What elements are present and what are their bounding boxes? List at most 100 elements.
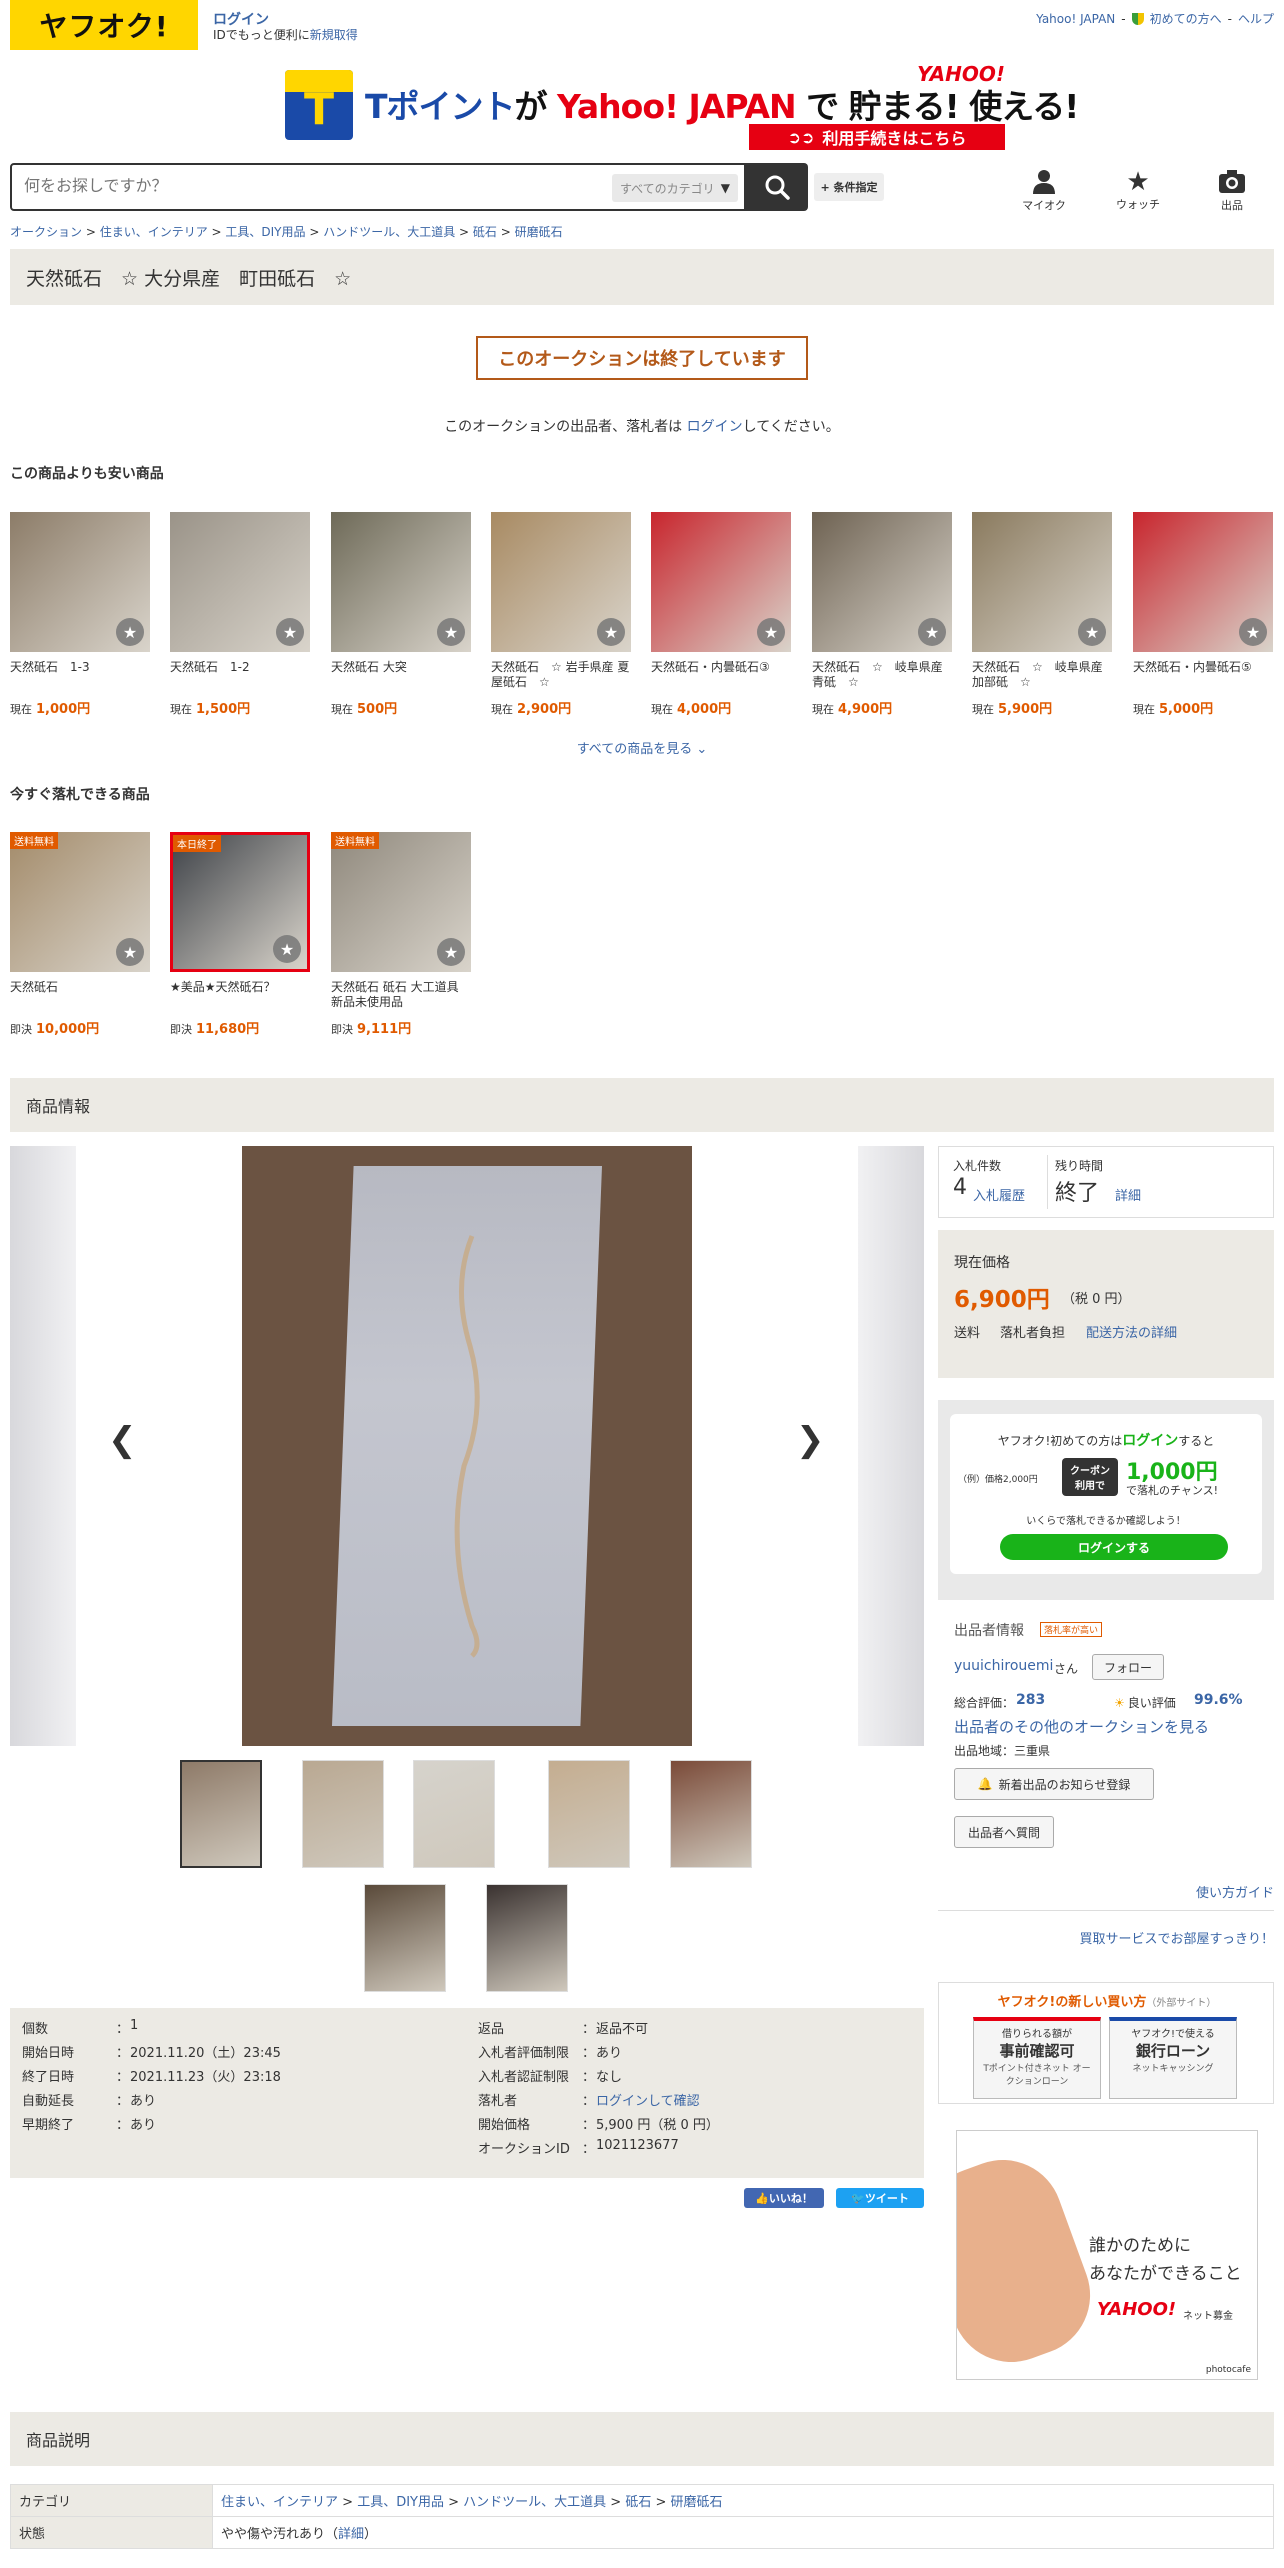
detail-key[interactable]: 自動延長 <box>22 2090 116 2114</box>
product-name[interactable]: 天然砥石 ☆ 岐阜県産 加部砥 ☆ <box>972 660 1112 692</box>
product-card[interactable]: ★ 天然砥石・内曇砥石⑤ 現在 5,000円 <box>1133 512 1273 717</box>
product-card[interactable]: 送料無料 ★ 天然砥石 砥石 大工道具 新品未使用品 即決 9,111円 <box>331 832 471 1037</box>
product-image[interactable]: ★ <box>170 512 310 652</box>
product-image[interactable]: 本日終了 ★ <box>170 832 310 972</box>
kaitori-link[interactable]: 買取サービスでお部屋すっきり！ <box>1080 1928 1274 1947</box>
product-image[interactable]: ★ <box>972 512 1112 652</box>
product-card[interactable]: ★ 天然砥石 大突 現在 500円 <box>331 512 471 717</box>
see-all-link[interactable]: すべての商品を見る ⌄ <box>0 738 1284 757</box>
product-name[interactable]: 天然砥石 砥石 大工道具 新品未使用品 <box>331 980 471 1012</box>
product-card[interactable]: ★ 天然砥石 1-3 現在 1,000円 <box>10 512 150 717</box>
condition-button[interactable]: + 条件指定 <box>814 173 884 201</box>
product-card[interactable]: ★ 天然砥石 ☆ 岐阜県産 青砥 ☆ 現在 4,900円 <box>812 512 952 717</box>
breadcrumb-link[interactable]: ハンドツール、大工道具 <box>323 225 455 239</box>
state-detail-link[interactable]: 詳細 <box>338 2527 364 2542</box>
register-link[interactable]: 新規取得 <box>310 28 358 42</box>
gallery-thumbnail[interactable] <box>302 1760 384 1868</box>
product-name[interactable]: 天然砥石 ☆ 岐阜県産 青砥 ☆ <box>812 660 952 692</box>
time-detail-link[interactable]: 詳細 <box>1115 1185 1141 1204</box>
gallery-thumbnail[interactable] <box>413 1760 495 1868</box>
product-name[interactable]: 天然砥石 大突 <box>331 660 471 692</box>
category-link[interactable]: ハンドツール、大工道具 <box>463 2495 606 2510</box>
promo-login-button[interactable]: ログインする <box>1000 1534 1228 1560</box>
product-name[interactable]: 天然砥石・内曇砥石⑤ <box>1133 660 1273 692</box>
seller-other-auctions-link[interactable]: 出品者のその他のオークションを見る <box>954 1716 1209 1737</box>
rating-link[interactable]: 283 <box>1016 1692 1045 1708</box>
watch-star-icon[interactable]: ★ <box>437 618 465 646</box>
watch-star-icon[interactable]: ★ <box>276 618 304 646</box>
category-select[interactable]: すべてのカテゴリ ▼ <box>612 174 738 202</box>
facebook-like-button[interactable]: 👍 いいね！ <box>744 2188 824 2208</box>
product-image[interactable]: ★ <box>812 512 952 652</box>
loan-card[interactable]: 借りられる額が 事前確認可 Tポイント付きネット オークションローン <box>973 2017 1101 2099</box>
gallery-thumbnail[interactable] <box>364 1884 446 1992</box>
product-card[interactable]: 本日終了 ★ ★美品★天然砥石？ 即決 11,680円 <box>170 832 310 1037</box>
guide-link[interactable]: 使い方ガイド <box>1196 1882 1274 1901</box>
product-image[interactable]: ★ <box>651 512 791 652</box>
notify-button[interactable]: 🔔 新着出品のお知らせ登録 <box>954 1768 1154 1800</box>
watch-star-icon[interactable]: ★ <box>1078 618 1106 646</box>
question-button[interactable]: 出品者へ質問 <box>954 1816 1054 1848</box>
product-name[interactable]: 天然砥石 <box>10 980 150 1012</box>
product-card[interactable]: ★ 天然砥石 1-2 現在 1,500円 <box>170 512 310 717</box>
detail-key[interactable]: 早期終了 <box>22 2114 116 2138</box>
product-name[interactable]: 天然砥石・内曇砥石③ <box>651 660 791 692</box>
watch-star-icon[interactable]: ★ <box>116 618 144 646</box>
banner-procedure-button[interactable]: ➲➲ 利用手続きはこちら <box>749 124 1005 150</box>
yahuoku-logo[interactable]: ヤフオク! <box>10 0 198 50</box>
gallery-prev-arrow-icon[interactable]: ❮ <box>108 1420 137 1460</box>
bid-history-link[interactable]: 入札履歴 <box>973 1185 1025 1204</box>
top-link-help[interactable]: ヘルプ <box>1238 10 1274 27</box>
product-name[interactable]: 天然砥石 ☆ 岩手県産 夏屋砥石 ☆ <box>491 660 631 692</box>
product-image[interactable]: ★ <box>10 512 150 652</box>
login-note-link[interactable]: ログイン <box>687 419 743 435</box>
watch-button[interactable]: ★ ウォッチ <box>1108 168 1168 212</box>
follow-button[interactable]: フォロー <box>1092 1654 1164 1680</box>
product-name[interactable]: 天然砥石 1-2 <box>170 660 310 692</box>
product-card[interactable]: ★ 天然砥石 ☆ 岐阜県産 加部砥 ☆ 現在 5,900円 <box>972 512 1112 717</box>
breadcrumb-link[interactable]: 研磨砥石 <box>515 225 563 239</box>
breadcrumb-link[interactable]: オークション <box>10 225 82 239</box>
main-product-image[interactable] <box>242 1146 692 1746</box>
watch-star-icon[interactable]: ★ <box>1239 618 1267 646</box>
donation-ad[interactable]: 誰かのために あなたができること YAHOO! ネット募金 photocafe <box>956 2130 1258 2380</box>
search-input[interactable] <box>24 176 604 195</box>
product-card[interactable]: ★ 天然砥石 ☆ 岩手県産 夏屋砥石 ☆ 現在 2,900円 <box>491 512 631 717</box>
top-link-beginner[interactable]: 初めての方へ <box>1150 10 1222 27</box>
product-image[interactable]: ★ <box>1133 512 1273 652</box>
promo-login-link[interactable]: ログイン <box>1122 1433 1178 1449</box>
gallery-thumbnail[interactable] <box>548 1760 630 1868</box>
sell-button[interactable]: 出品 <box>1202 168 1262 213</box>
category-link[interactable]: 砥石 <box>625 2495 651 2510</box>
top-link-yahoo[interactable]: Yahoo! JAPAN <box>1036 12 1115 26</box>
gallery-thumbnail[interactable] <box>180 1760 262 1868</box>
gallery-next-arrow-icon[interactable]: ❯ <box>796 1420 825 1460</box>
gallery-thumbnail[interactable] <box>670 1760 752 1868</box>
detail-key[interactable]: 入札者評価制限 <box>478 2042 582 2066</box>
product-name[interactable]: ★美品★天然砥石？ <box>170 980 310 1012</box>
watch-star-icon[interactable]: ★ <box>597 618 625 646</box>
product-image[interactable]: ★ <box>491 512 631 652</box>
product-image[interactable]: 送料無料 ★ <box>331 832 471 972</box>
category-link[interactable]: 工具、DIY用品 <box>357 2495 444 2510</box>
product-card[interactable]: 送料無料 ★ 天然砥石 即決 10,000円 <box>10 832 150 1037</box>
watch-star-icon[interactable]: ★ <box>437 938 465 966</box>
breadcrumb-link[interactable]: 工具、DIY用品 <box>225 225 305 239</box>
category-link[interactable]: 研磨砥石 <box>671 2495 723 2510</box>
detail-key[interactable]: 入札者認証制限 <box>478 2066 582 2090</box>
watch-star-icon[interactable]: ★ <box>918 618 946 646</box>
watch-star-icon[interactable]: ★ <box>757 618 785 646</box>
search-button[interactable] <box>746 163 808 211</box>
watch-star-icon[interactable]: ★ <box>116 938 144 966</box>
product-card[interactable]: ★ 天然砥石・内曇砥石③ 現在 4,000円 <box>651 512 791 717</box>
breadcrumb-link[interactable]: 砥石 <box>473 225 497 239</box>
tpoint-banner[interactable]: T Tポイントが Yahoo! JAPAN で 貯まる! 使える! YAHOO!… <box>285 62 1079 152</box>
product-image[interactable]: 送料無料 ★ <box>10 832 150 972</box>
breadcrumb-link[interactable]: 住まい、インテリア <box>100 225 208 239</box>
shipping-detail-link[interactable]: 配送方法の詳細 <box>1086 1322 1177 1341</box>
bank-loan-card[interactable]: ヤフオク!で使える 銀行ローン ネットキャッシング <box>1109 2017 1237 2099</box>
gallery-thumbnail[interactable] <box>486 1884 568 1992</box>
product-image[interactable]: ★ <box>331 512 471 652</box>
tweet-button[interactable]: 🐦 ツイート <box>836 2188 924 2208</box>
watch-star-icon[interactable]: ★ <box>273 935 301 963</box>
